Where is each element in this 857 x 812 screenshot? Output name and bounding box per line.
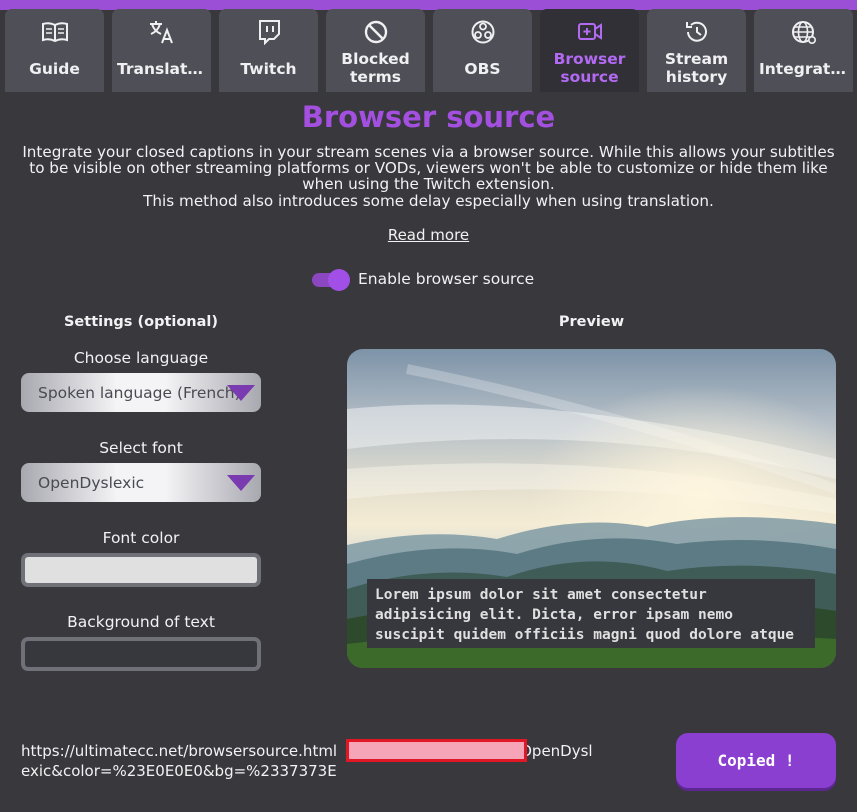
obs-icon — [433, 19, 532, 45]
read-more-row: Read more — [0, 226, 857, 244]
block-icon — [326, 19, 425, 45]
redaction-box — [346, 739, 527, 762]
twitch-icon — [219, 19, 318, 45]
tab-obs[interactable]: OBS — [433, 9, 532, 92]
page-title: Browser source — [301, 100, 556, 134]
font-color-picker[interactable] — [21, 553, 261, 587]
url-prefix: https://ultimatecc.net/browsersource.htm… — [21, 742, 338, 760]
language-label: Choose language — [73, 349, 209, 367]
tab-twitch[interactable]: Twitch — [219, 9, 318, 92]
tab-label: Stream history — [664, 50, 729, 86]
intro-delay-note: This method also introduces some delay e… — [143, 191, 714, 210]
translate-icon — [112, 19, 211, 45]
toggle-label: Enable browser source — [358, 270, 535, 288]
tab-label: Browser source — [553, 50, 626, 86]
tab-translation[interactable]: Translati… — [112, 9, 211, 92]
preview-caption: Lorem ipsum dolor sit amet consectetur a… — [367, 579, 815, 648]
font-select[interactable]: OpenDyslexic — [21, 463, 261, 502]
language-select-value: Spoken language (French) — [38, 383, 241, 402]
font-color-label: Font color — [102, 529, 180, 547]
read-more-link[interactable]: Read more — [388, 226, 469, 244]
copy-url-button[interactable]: Copied ! — [676, 733, 836, 788]
intro-text: Integrate your closed captions in your s… — [20, 144, 837, 209]
tab-label: OBS — [464, 60, 501, 78]
enable-browser-source-toggle[interactable] — [312, 268, 350, 291]
toggle-knob — [328, 269, 350, 291]
preview-panel: Lorem ipsum dolor sit amet consectetur a… — [347, 349, 836, 668]
font-color-swatch — [25, 557, 257, 583]
chevron-down-icon — [227, 385, 255, 401]
tab-label: Translati… — [117, 60, 206, 78]
tab-browser-source[interactable]: Browser source — [540, 9, 639, 92]
history-icon — [647, 19, 746, 45]
tab-stream-history[interactable]: Stream history — [647, 9, 746, 92]
globe-icon — [754, 19, 853, 45]
preview-heading: Preview — [558, 314, 625, 330]
tab-integrations[interactable]: Integrati… — [754, 9, 853, 92]
tab-label: Blocked terms — [341, 50, 410, 86]
enable-browser-source-row: Enable browser source — [312, 267, 534, 291]
settings-heading: Settings (optional) — [63, 314, 219, 330]
bg-color-swatch — [25, 641, 257, 667]
tab-label: Twitch — [240, 60, 297, 78]
tab-blocked-terms[interactable]: Blocked terms — [326, 9, 425, 92]
font-select-value: OpenDyslexic — [38, 473, 145, 492]
tab-label: Guide — [29, 60, 80, 78]
bg-color-picker[interactable] — [21, 637, 261, 671]
tab-label: Integrati… — [759, 60, 848, 78]
font-label: Select font — [99, 439, 183, 457]
video-add-icon — [540, 19, 639, 45]
tab-bar: Guide Translati… Twitch Blocked terms OB… — [5, 9, 857, 93]
bg-color-label: Background of text — [67, 613, 215, 631]
book-icon — [5, 19, 104, 45]
intro-paragraph: Integrate your closed captions in your s… — [22, 143, 835, 194]
language-select[interactable]: Spoken language (French) — [21, 373, 261, 412]
chevron-down-icon — [227, 475, 255, 491]
tab-guide[interactable]: Guide — [5, 9, 104, 92]
